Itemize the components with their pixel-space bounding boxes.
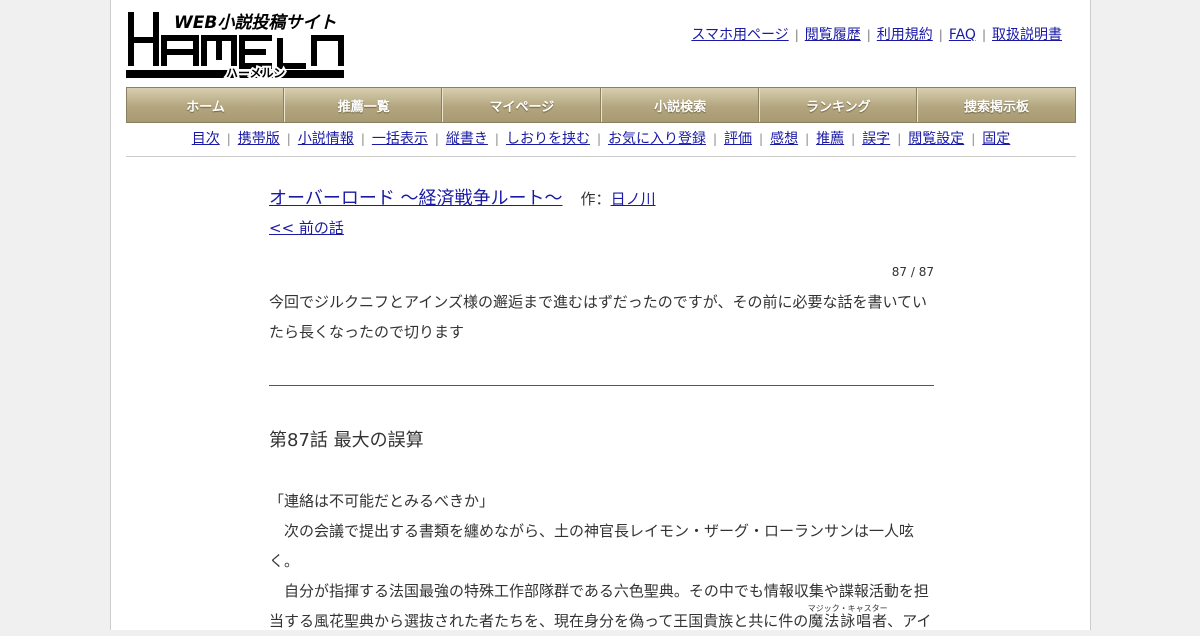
episode-counter: 87 / 87 bbox=[891, 265, 934, 279]
sub-nav: 目次 | 携帯版 | 小説情報 | 一括表示 | 縦書き | しおりを挟む | お気に入り登録 | 評価 | 感… bbox=[191, 131, 1011, 147]
title-line: オーバーロード ～経済戦争ルート～ 作：日ノ川 bbox=[269, 184, 934, 210]
nav-home[interactable]: ホーム bbox=[127, 88, 286, 122]
body-paragraph: 自分が指揮する法国最強の特殊工作部隊群である六色聖典。その中でも情報収集や諜報活… bbox=[269, 582, 932, 630]
subnav-review[interactable]: 感想 bbox=[770, 131, 798, 147]
body-paragraph: 次の会議で提出する書類を纏めながら、土の神官長レイモン・ザーグ・ローランサンは一… bbox=[269, 522, 915, 570]
logo-kana: ハーメルン bbox=[226, 66, 285, 80]
link-terms[interactable]: 利用規約 bbox=[877, 27, 933, 43]
subnav-bookmark[interactable]: しおりを挟む bbox=[506, 131, 590, 147]
ruby-magic-caster: 魔法詠唱者マジック・キャスター bbox=[807, 604, 888, 630]
chapter-title: 第87話 最大の誤算 bbox=[269, 430, 424, 451]
subnav-favorite[interactable]: お気に入り登録 bbox=[608, 131, 706, 147]
nav-ranking[interactable]: ランキング bbox=[760, 88, 918, 122]
hameln-logo[interactable]: WEB小説投稿サイト ハーメルン ハーメルン bbox=[126, 8, 346, 80]
nav-mypage[interactable]: マイページ bbox=[443, 88, 602, 122]
subnav-vertical[interactable]: 縦書き bbox=[446, 131, 488, 147]
link-faq[interactable]: FAQ bbox=[949, 27, 976, 43]
top-links: スマホ用ページ | 閲覧履歴 | 利用規約 | FAQ | 取扱説明書 bbox=[691, 27, 1062, 43]
novel-content: オーバーロード ～経済戦争ルート～ 作：日ノ川 << 前の話 87 / 87 今回… bbox=[269, 184, 934, 636]
nav-search[interactable]: 小説検索 bbox=[602, 88, 760, 122]
subnav-novel-info[interactable]: 小説情報 bbox=[298, 131, 354, 147]
page-container: WEB小説投稿サイト ハーメルン ハーメルン スマホ用ページ | 閲覧履歴 | 利用規約… bbox=[110, 0, 1091, 630]
author-label: 作： bbox=[580, 190, 611, 208]
subnav-toc[interactable]: 目次 bbox=[192, 131, 220, 147]
subnav-typo[interactable]: 誤字 bbox=[862, 131, 890, 147]
preface-divider bbox=[269, 385, 934, 386]
novel-title-link[interactable]: オーバーロード ～経済戦争ルート～ bbox=[269, 188, 563, 209]
link-smartphone-page[interactable]: スマホ用ページ bbox=[691, 27, 788, 43]
main-nav: ホーム 推薦一覧 マイページ 小説検索 ランキング 捜索掲示板 bbox=[126, 87, 1076, 123]
prev-episode-link[interactable]: << 前の話 bbox=[269, 219, 344, 237]
author-link[interactable]: 日ノ川 bbox=[611, 190, 656, 208]
preface-text: 今回でジルクニフとアインズ様の邂逅まで進むはずだったのですが、その前に必要な話を… bbox=[269, 293, 928, 341]
logo-tagline: WEB小説投稿サイト bbox=[174, 13, 336, 33]
nav-recommend[interactable]: 推薦一覧 bbox=[285, 88, 444, 122]
subnav-rate[interactable]: 評価 bbox=[724, 131, 752, 147]
subnav-settings[interactable]: 閲覧設定 bbox=[908, 131, 964, 147]
subnav-show-all[interactable]: 一括表示 bbox=[372, 131, 428, 147]
nav-board[interactable]: 捜索掲示板 bbox=[918, 88, 1075, 122]
link-history[interactable]: 閲覧履歴 bbox=[805, 27, 861, 43]
link-manual[interactable]: 取扱説明書 bbox=[992, 27, 1062, 43]
chapter-body: 「連絡は不可能だとみるべきか」 次の会議で提出する書類を纏めながら、土の神官長レ… bbox=[269, 486, 934, 636]
nav-divider bbox=[126, 156, 1076, 157]
subnav-mobile[interactable]: 携帯版 bbox=[238, 131, 280, 147]
subnav-recommend[interactable]: 推薦 bbox=[816, 131, 844, 147]
subnav-fixed[interactable]: 固定 bbox=[982, 131, 1010, 147]
body-paragraph: 「連絡は不可能だとみるべきか」 bbox=[269, 492, 495, 510]
